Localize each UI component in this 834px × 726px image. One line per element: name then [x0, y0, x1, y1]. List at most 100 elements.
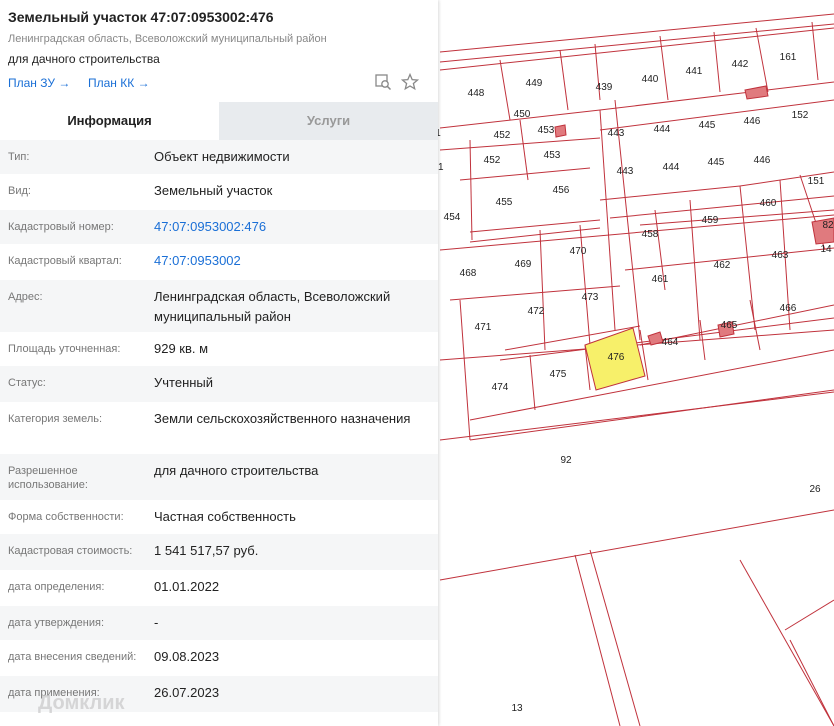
parcel-label: 439	[596, 82, 613, 93]
tab-bar: Информация Услуги	[0, 102, 438, 140]
table-row: Вид: Земельный участок	[0, 174, 438, 210]
parcel-label: 13	[511, 703, 523, 714]
parcel-label: 453	[544, 150, 561, 161]
parcel-label: 455	[496, 197, 513, 208]
row-value: -	[154, 615, 159, 630]
row-label: дата внесения сведений:	[8, 651, 137, 663]
parcel-label: 26	[809, 484, 821, 495]
parcel-label: 469	[515, 259, 532, 270]
star-icon[interactable]	[400, 72, 420, 91]
row-label: Кадастровый квартал:	[8, 255, 122, 267]
row-value: Земельный участок	[154, 183, 273, 198]
table-row: Кадастровый номер: 47:07:0953002:476	[0, 210, 438, 244]
parcel-label: 92	[560, 455, 572, 466]
row-label: Категория земель:	[8, 413, 103, 425]
parcel-label: 443	[608, 128, 625, 139]
row-label: Кадастровая стоимость:	[8, 545, 133, 557]
row-value: Земли сельскохозяйственного назначения	[154, 411, 411, 426]
parcel-label: 461	[652, 274, 669, 285]
row-value: 01.01.2022	[154, 579, 220, 594]
parcel-label: 453	[538, 125, 555, 136]
table-row: дата утверждения: -	[0, 606, 438, 640]
parcel-label: 458	[642, 229, 659, 240]
plan-zu-link[interactable]: План ЗУ →	[8, 76, 70, 90]
parcel-label: 470	[570, 246, 587, 257]
parcel-label: 152	[792, 110, 809, 121]
row-value: Ленинградская область, Всеволожский муни…	[154, 289, 391, 324]
parcel-use: для дачного строительства	[8, 52, 160, 66]
row-value: 1 541 517,57 руб.	[154, 543, 259, 558]
table-row: Статус: Учтенный	[0, 366, 438, 402]
parcel-label: 441	[686, 66, 703, 77]
property-table: Тип: Объект недвижимости Вид: Земельный уча…	[0, 140, 438, 712]
row-label: Форма собственности:	[8, 511, 124, 523]
table-row: Адрес: Ленинградская область, Всеволожски…	[0, 280, 438, 332]
parcel-label: 445	[699, 120, 716, 131]
parcel-region: Ленинградская область, Всеволожский муни…	[8, 33, 327, 45]
domclick-watermark: Домклик	[38, 692, 125, 714]
building	[554, 124, 567, 138]
table-row: Категория земель: Земли сельскохозяйствен…	[0, 402, 438, 454]
tab-services[interactable]: Услуги	[219, 102, 438, 140]
parcel-label: 475	[550, 369, 567, 380]
parcel-label: 468	[460, 268, 477, 279]
row-label: Разрешенное использование:	[8, 465, 88, 491]
table-row: дата внесения сведений: 09.08.2023	[0, 640, 438, 676]
row-value: 26.07.2023	[154, 685, 220, 700]
row-label: Тип:	[8, 151, 30, 163]
row-value: 929 кв. м	[154, 341, 209, 356]
parcel-label: 452	[484, 155, 501, 166]
table-row: Форма собственности: Частная собственност…	[0, 500, 438, 534]
parcel-label: 464	[662, 337, 679, 348]
parcel-label: 456	[553, 185, 570, 196]
parcel-label: 14	[820, 244, 832, 255]
parcel-label: 440	[642, 74, 659, 85]
parcel-label: 473	[582, 292, 599, 303]
parcel-label: 454	[444, 212, 461, 223]
parcel-label: 445	[708, 157, 725, 168]
cadastral-link[interactable]: 47:07:0953002:476	[154, 217, 438, 237]
table-row: Площадь уточненная: 929 кв. м	[0, 332, 438, 366]
table-row: дата определения: 01.01.2022	[0, 570, 438, 606]
table-row: Тип: Объект недвижимости	[0, 140, 438, 174]
parcel-label: 446	[754, 155, 771, 166]
parcel-label: 471	[475, 322, 492, 333]
row-label: дата утверждения:	[8, 617, 105, 629]
parcel-label: 449	[526, 78, 543, 89]
parcel-title: Земельный участок 47:07:0953002:476	[8, 9, 274, 25]
row-label: Статус:	[8, 377, 46, 389]
parcel-label: 459	[702, 215, 719, 226]
parcel-label: 444	[654, 124, 671, 135]
parcel-label: 466	[780, 303, 797, 314]
parcel-label: 476	[608, 352, 625, 363]
plan-kk-link[interactable]: План КК →	[88, 76, 150, 90]
parcel-label: 463	[772, 250, 789, 261]
parcel-label: 151	[808, 176, 825, 187]
parcel-label: 443	[617, 166, 634, 177]
parcel-label: 460	[760, 198, 777, 209]
parcel-label: 450	[514, 109, 531, 120]
parcel-label: 465	[721, 320, 738, 331]
tab-info[interactable]: Информация	[0, 102, 219, 140]
row-label: Кадастровый номер:	[8, 221, 114, 233]
map-search-icon[interactable]	[374, 73, 392, 91]
table-row: Кадастровая стоимость: 1 541 517,57 руб.	[0, 534, 438, 570]
row-value: Частная собственность	[154, 509, 296, 524]
parcel-label: 446	[744, 116, 761, 127]
row-value: 09.08.2023	[154, 649, 220, 664]
parcel-label: 444	[663, 162, 680, 173]
parcel-label: 452	[494, 130, 511, 141]
row-label: дата определения:	[8, 581, 105, 593]
parcel-label: 462	[714, 260, 731, 271]
info-panel: Земельный участок 47:07:0953002:476 Лени…	[0, 0, 438, 726]
parcel-label: 474	[492, 382, 509, 393]
row-label: Площадь уточненная:	[8, 343, 121, 355]
parcel-label: 472	[528, 306, 545, 317]
table-row: Разрешенное использование: для дачного ст…	[0, 454, 438, 500]
row-label: Адрес:	[8, 291, 43, 303]
row-value: Учтенный	[154, 375, 214, 390]
row-value: для дачного строительства	[154, 463, 319, 478]
cadastral-link[interactable]: 47:07:0953002	[154, 251, 438, 271]
table-row: Кадастровый квартал: 47:07:0953002	[0, 244, 438, 280]
row-label: Вид:	[8, 185, 31, 197]
